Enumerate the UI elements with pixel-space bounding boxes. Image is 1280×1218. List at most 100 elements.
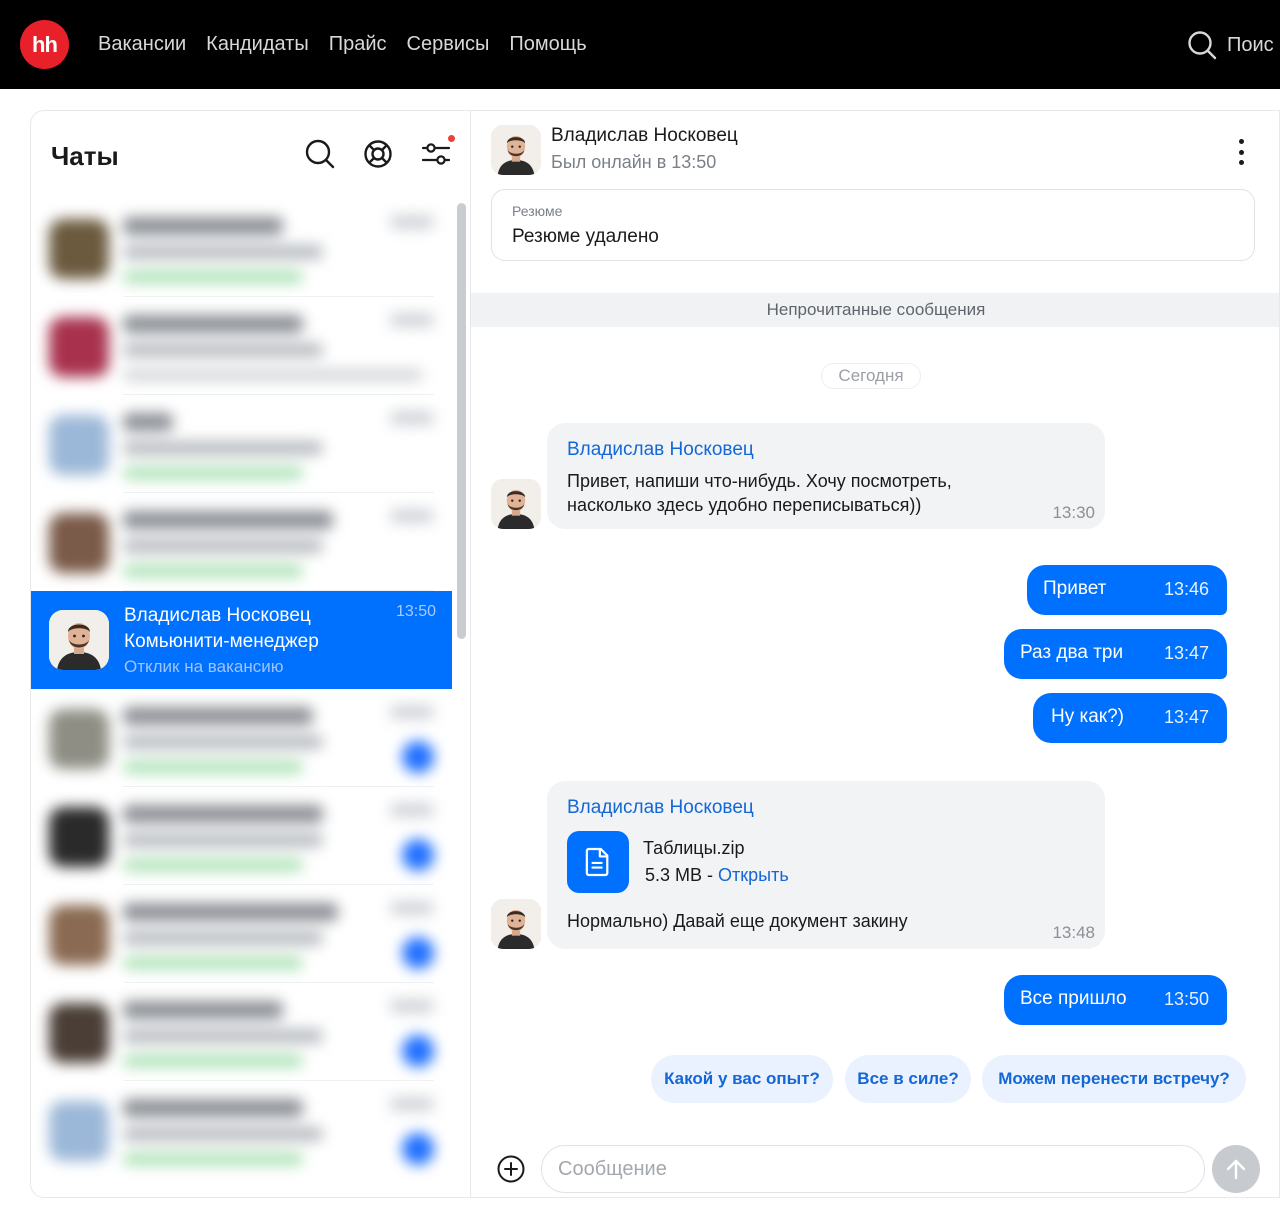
message-text: Нормально) Давай еще документ закину (567, 911, 908, 931)
chat-list-item[interactable] (31, 885, 452, 983)
avatar (49, 905, 109, 965)
file-attachment-button[interactable] (567, 831, 629, 893)
file-meta: 5.3 MB - Открыть (645, 865, 789, 886)
resume-card[interactable]: Резюме Резюме удалено (491, 189, 1255, 261)
avatar (49, 513, 109, 573)
message-text: Ну как?) (1051, 706, 1125, 727)
conversation-contact-name[interactable]: Владислав Носковец (551, 125, 738, 147)
unread-badge (402, 1133, 434, 1165)
attach-button[interactable] (497, 1155, 525, 1183)
avatar (49, 709, 109, 769)
message-author[interactable]: Владислав Носковец (567, 439, 754, 461)
lifebuoy-icon (364, 140, 392, 168)
nav-help[interactable]: Помощь (509, 33, 586, 56)
file-size: 5.3 MB - (645, 865, 719, 885)
chat-list-item[interactable] (31, 1081, 452, 1179)
chat-list-item[interactable] (31, 395, 452, 493)
message-time: 13:48 (1052, 923, 1095, 942)
message-time: 13:30 (1052, 503, 1095, 522)
message-time: 13:47 (1163, 643, 1209, 663)
chat-list-item[interactable] (31, 983, 452, 1081)
person-photo-icon (491, 479, 541, 529)
online-status: Был онлайн в 13:50 (551, 152, 717, 172)
chats-panel: Чаты Владислав Носковец Комьюнити-менедж… (30, 110, 470, 1198)
chat-list: Владислав Носковец Комьюнити-менеджер От… (31, 199, 452, 1179)
message-input[interactable] (541, 1145, 1205, 1193)
chats-toolbar (303, 135, 455, 171)
avatar (491, 899, 541, 949)
outgoing-message: Привет 13:46 (1027, 565, 1227, 615)
arrow-up-icon (1226, 1159, 1246, 1180)
top-navigation-bar: hh Вакансии Кандидаты Прайс Сервисы Помо… (0, 0, 1280, 89)
search-label: Поис (1227, 33, 1274, 56)
resume-label: Резюме (512, 203, 563, 219)
chat-list-item[interactable] (31, 297, 452, 395)
avatar (49, 1101, 109, 1161)
avatar (49, 1003, 109, 1063)
chat-list-item[interactable] (31, 689, 452, 787)
quick-reply-button[interactable]: Какой у вас опыт? (651, 1055, 833, 1103)
avatar (49, 415, 109, 475)
message-text: Все пришло (1020, 988, 1127, 1009)
message-text: Привет, напиши что-нибудь. Хочу посмотре… (567, 471, 952, 491)
chats-title: Чаты (51, 141, 119, 171)
avatar[interactable] (491, 125, 541, 175)
avatar (49, 807, 109, 867)
message-text: насколько здесь удобно переписываться)) (567, 495, 922, 515)
document-icon (585, 847, 609, 877)
top-search-button[interactable]: Поис (1187, 28, 1274, 62)
message-time: 13:47 (1163, 707, 1209, 727)
avatar (491, 479, 541, 529)
chat-list-item-active[interactable]: Владислав Носковец Комьюнити-менеджер От… (31, 591, 452, 689)
filters-button[interactable] (419, 135, 455, 171)
outgoing-message: Ну как?) 13:47 (1033, 693, 1227, 743)
resume-status: Резюме удалено (512, 226, 659, 247)
filters-indicator-dot (448, 135, 455, 142)
avatar (49, 317, 109, 377)
nav-vacancies[interactable]: Вакансии (98, 33, 186, 56)
person-photo-icon (49, 610, 109, 670)
chat-list-item[interactable] (31, 493, 452, 591)
outgoing-message: Раз два три 13:47 (1004, 629, 1227, 679)
incoming-message: Владислав Носковец Таблицы.zip 5.3 MB - … (547, 781, 1105, 949)
avatar (49, 610, 109, 670)
chat-time: 13:50 (395, 603, 436, 620)
message-author[interactable]: Владислав Носковец (567, 797, 754, 819)
more-options-icon[interactable] (1231, 137, 1251, 167)
nav-pricing[interactable]: Прайс (329, 33, 387, 56)
quick-reply-button[interactable]: Все в силе? (845, 1055, 971, 1103)
unread-badge (402, 937, 434, 969)
file-open-link[interactable]: Открыть (718, 865, 789, 885)
conversation-panel: Владислав Носковец Был онлайн в 13:50 Ре… (470, 110, 1280, 1198)
nav-services[interactable]: Сервисы (407, 33, 490, 56)
message-text: Привет (1043, 578, 1107, 599)
hh-logo[interactable]: hh (20, 20, 69, 69)
message-time: 13:50 (1163, 989, 1209, 1009)
search-icon (305, 139, 335, 169)
message-text: Раз два три (1020, 642, 1124, 663)
chat-contact-role: Комьюнити-менеджер (124, 631, 319, 652)
person-photo-icon (491, 125, 541, 175)
chat-list-item[interactable] (31, 787, 452, 885)
unread-badge (402, 1035, 434, 1067)
unread-badge (402, 839, 434, 871)
person-photo-icon (491, 899, 541, 949)
chat-list-item[interactable] (31, 199, 452, 297)
chats-search-button[interactable] (303, 137, 337, 171)
avatar (49, 219, 109, 279)
quick-reply-button[interactable]: Можем перенести встречу? (982, 1055, 1246, 1103)
chat-contact-name: Владислав Носковец (124, 605, 311, 626)
filter-sliders-icon (421, 143, 451, 165)
send-button[interactable] (1212, 1145, 1260, 1193)
message-composer (471, 1121, 1279, 1197)
support-button[interactable] (361, 137, 395, 171)
search-icon (1188, 31, 1217, 60)
unread-badge (402, 741, 434, 773)
file-name: Таблицы.zip (643, 838, 745, 858)
chat-list-scrollbar[interactable] (457, 203, 466, 639)
incoming-message: Владислав Носковец Привет, напиши что-ни… (547, 423, 1105, 529)
nav-candidates[interactable]: Кандидаты (206, 33, 309, 56)
plus-circle-icon (497, 1155, 525, 1183)
outgoing-message: Все пришло 13:50 (1004, 975, 1227, 1025)
main-nav: Вакансии Кандидаты Прайс Сервисы Помощь (98, 0, 587, 89)
